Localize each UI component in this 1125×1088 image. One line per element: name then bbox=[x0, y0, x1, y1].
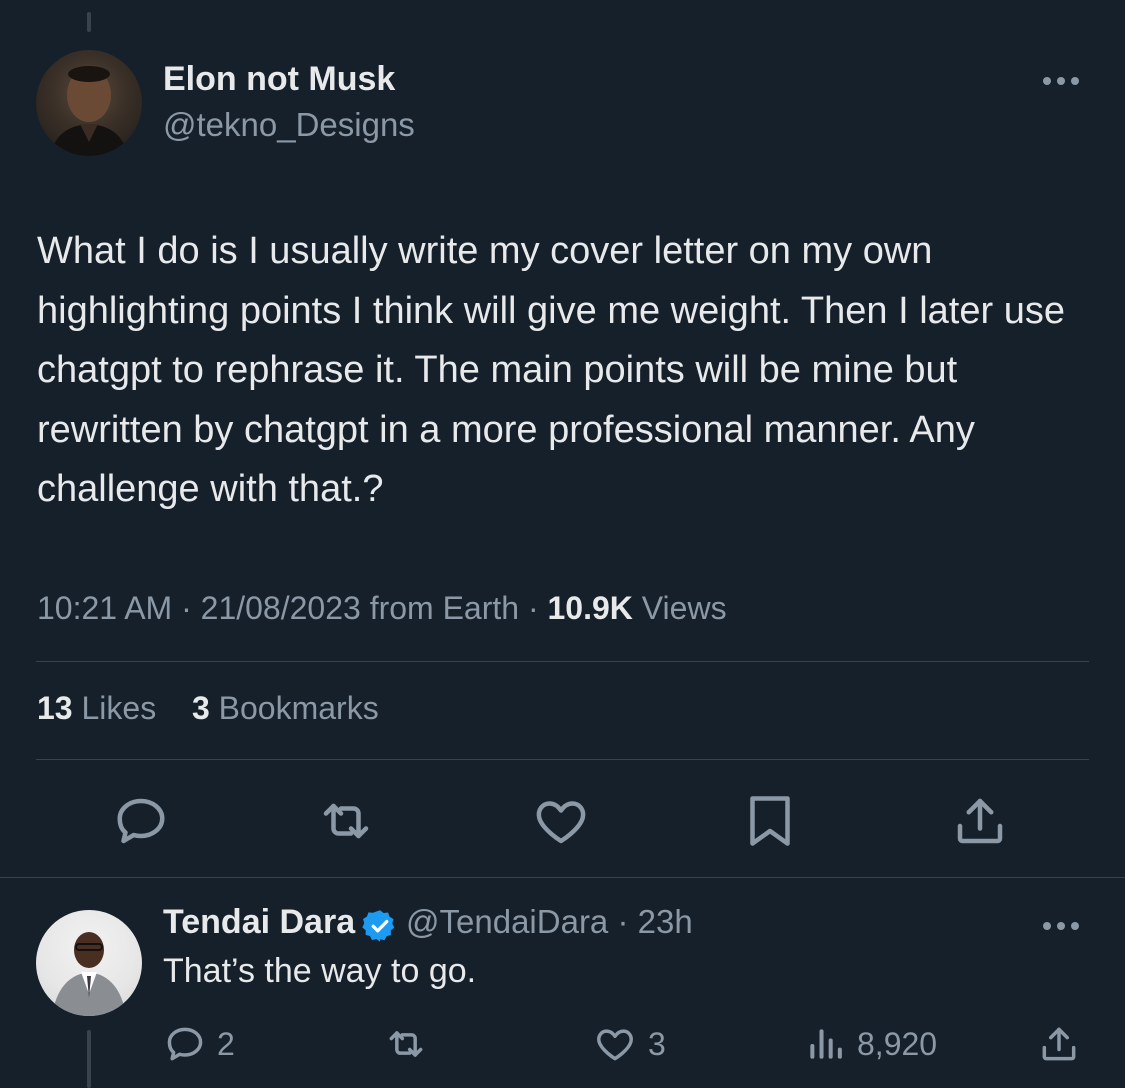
meta-separator: · bbox=[519, 590, 548, 626]
reply-like-button[interactable]: 3 bbox=[592, 1022, 666, 1066]
reply-text: That’s the way to go. bbox=[163, 952, 477, 990]
reply-header: Tendai Dara @TendaiDara · 23h bbox=[163, 903, 693, 947]
reply-icon bbox=[117, 798, 165, 844]
reply-retweet-button[interactable] bbox=[382, 1022, 440, 1066]
reply-more-options-icon[interactable] bbox=[1043, 922, 1079, 930]
reply-views-button[interactable]: 8,920 bbox=[803, 1022, 937, 1066]
tweet-time[interactable]: 10:21 AM bbox=[37, 590, 172, 626]
bookmarks-stat[interactable]: 3 Bookmarks bbox=[192, 690, 379, 726]
retweet-button[interactable] bbox=[314, 791, 378, 851]
reply-count: 2 bbox=[217, 1025, 235, 1062]
more-options-icon[interactable] bbox=[1043, 77, 1079, 85]
share-icon bbox=[957, 798, 1003, 844]
thread-line-top bbox=[87, 12, 91, 32]
bookmark-icon bbox=[750, 796, 790, 846]
reply-author-handle[interactable]: @TendaiDara bbox=[406, 903, 608, 940]
verified-badge-icon bbox=[361, 910, 394, 942]
like-icon bbox=[597, 1029, 633, 1061]
tweet-meta: 10:21 AM · 21/08/2023 from Earth · 10.9K… bbox=[37, 590, 727, 627]
meta-space bbox=[633, 590, 642, 626]
views-label: Views bbox=[641, 590, 727, 626]
view-count: 8,920 bbox=[857, 1025, 938, 1062]
engagement-stats: 13 Likes 3 Bookmarks bbox=[37, 690, 379, 727]
reply-author-name[interactable]: Tendai Dara bbox=[163, 903, 355, 941]
divider bbox=[36, 661, 1089, 662]
meta-separator: · bbox=[172, 590, 201, 626]
reply-icon bbox=[167, 1027, 203, 1061]
share-icon bbox=[1042, 1027, 1076, 1061]
divider bbox=[0, 877, 1125, 878]
likes-stat[interactable]: 13 Likes bbox=[37, 690, 156, 726]
bookmarks-count: 3 bbox=[191, 690, 210, 726]
reply-separator: · bbox=[608, 903, 638, 940]
tweet-date[interactable]: 21/08/2023 bbox=[201, 590, 361, 626]
author-handle[interactable]: @tekno_Designs bbox=[163, 106, 415, 144]
reply-reply-button[interactable]: 2 bbox=[163, 1022, 235, 1066]
reply-time[interactable]: 23h bbox=[638, 903, 693, 940]
tweet-text: What I do is I usually write my cover le… bbox=[37, 230, 1065, 510]
meta-space bbox=[361, 590, 370, 626]
divider bbox=[36, 759, 1089, 760]
like-button[interactable] bbox=[530, 791, 592, 851]
like-icon bbox=[536, 801, 586, 844]
views-icon bbox=[810, 1029, 842, 1059]
retweet-icon bbox=[389, 1031, 423, 1057]
views-count: 10.9K bbox=[547, 590, 633, 626]
bookmark-button[interactable] bbox=[740, 791, 800, 851]
author-name[interactable]: Elon not Musk bbox=[163, 60, 395, 99]
thread-line-bottom bbox=[87, 1030, 91, 1088]
reply-share-button[interactable] bbox=[1036, 1022, 1082, 1066]
like-count: 3 bbox=[648, 1025, 666, 1062]
reply-author-avatar[interactable] bbox=[36, 910, 142, 1016]
retweet-icon bbox=[323, 803, 369, 839]
tweet-source: from Earth bbox=[369, 590, 520, 626]
author-avatar[interactable] bbox=[36, 50, 142, 156]
likes-count: 13 bbox=[37, 690, 73, 726]
likes-label: Likes bbox=[81, 690, 157, 726]
reply-button[interactable] bbox=[111, 791, 171, 851]
bookmarks-label: Bookmarks bbox=[218, 690, 379, 726]
share-button[interactable] bbox=[950, 791, 1010, 851]
